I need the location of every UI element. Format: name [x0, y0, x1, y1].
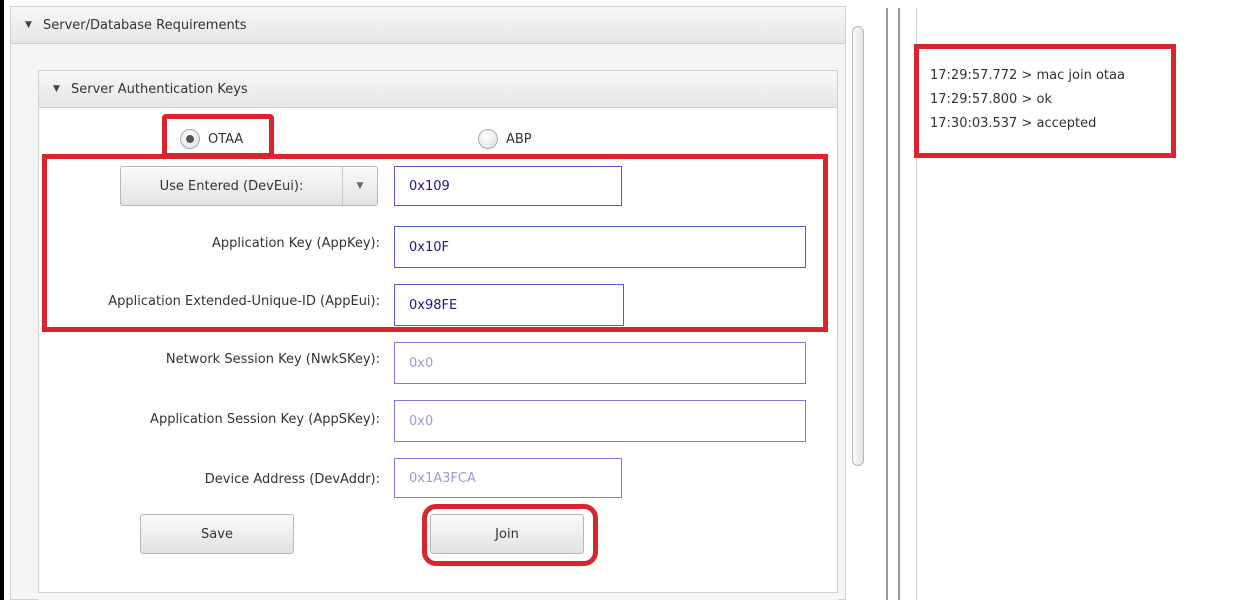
nwkskey-input[interactable]: 0x0	[394, 342, 806, 384]
save-button[interactable]: Save	[140, 514, 294, 554]
highlight-log	[914, 44, 1176, 158]
highlight-otaa	[162, 114, 274, 158]
nwkskey-label: Network Session Key (NwkSKey):	[165, 352, 380, 367]
server-database-header[interactable]: ▼ Server/Database Requirements	[10, 6, 846, 44]
radio-abp[interactable]: ABP	[478, 128, 532, 150]
radio-abp-label: ABP	[506, 131, 532, 147]
server-database-title: Server/Database Requirements	[43, 17, 247, 33]
splitter-line	[886, 8, 888, 600]
highlight-otaa-keys	[42, 154, 828, 332]
highlight-join	[422, 504, 598, 566]
devaddr-label: Device Address (DevAddr):	[204, 472, 380, 487]
splitter-line[interactable]	[898, 8, 900, 600]
window-left-border	[0, 0, 4, 600]
devaddr-input[interactable]: 0x1A3FCA	[394, 458, 622, 498]
triangle-down-icon: ▼	[53, 84, 60, 94]
triangle-down-icon: ▼	[25, 20, 32, 30]
next-section-edge	[38, 592, 838, 600]
server-auth-keys-header[interactable]: ▼ Server Authentication Keys	[38, 70, 838, 108]
appskey-input[interactable]: 0x0	[394, 400, 806, 442]
appskey-label: Application Session Key (AppSKey):	[150, 412, 380, 427]
server-auth-keys-title: Server Authentication Keys	[71, 81, 248, 97]
radio-unselected-icon[interactable]	[478, 129, 498, 149]
scrollbar-thumb[interactable]	[852, 26, 864, 466]
